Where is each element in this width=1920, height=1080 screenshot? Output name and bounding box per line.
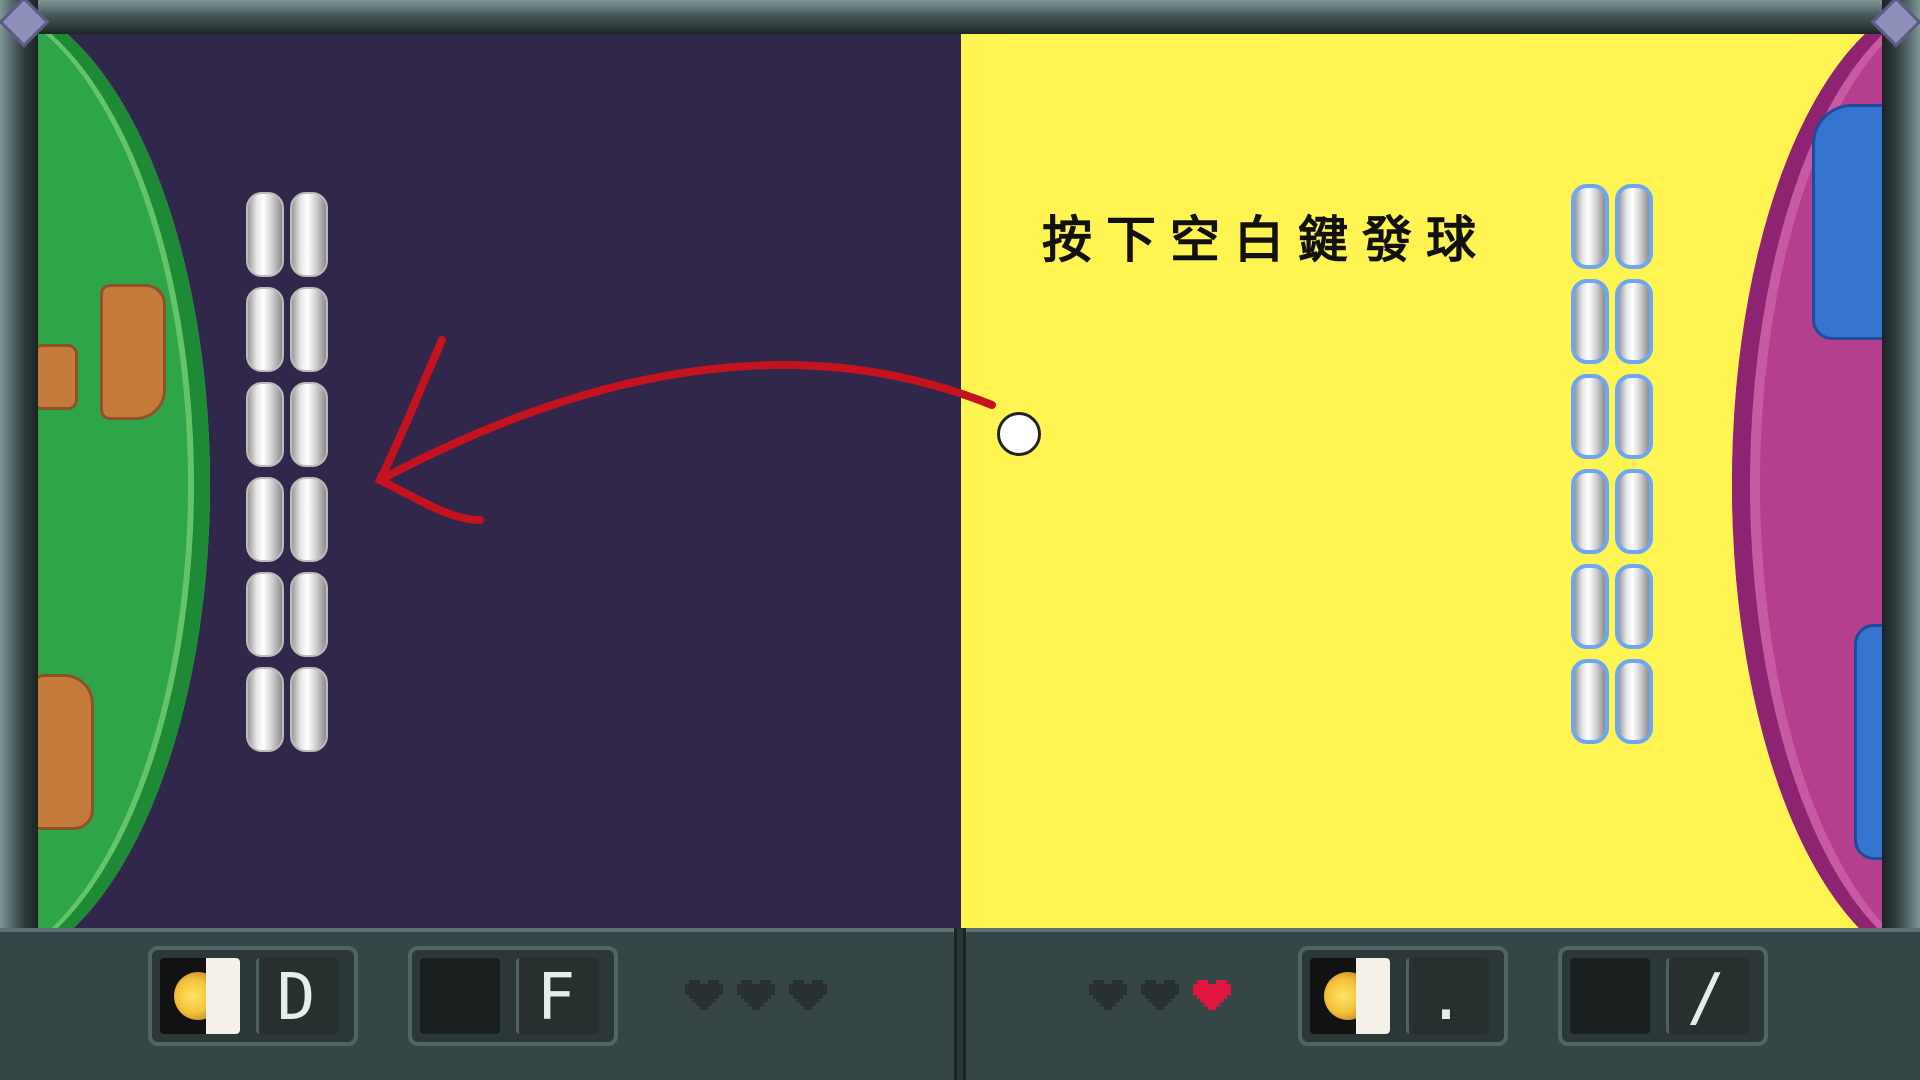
planet-ocean: [1854, 624, 1882, 860]
paddle-segment: [1615, 184, 1653, 269]
serve-hint-text: 按下空白鍵發球: [1042, 211, 1490, 269]
paddle-segment: [1615, 469, 1653, 554]
paddle-segment: [1615, 374, 1653, 459]
left-second-key: F: [536, 961, 576, 1035]
hud-divider: [954, 928, 966, 1080]
paddle-segment: [290, 192, 328, 277]
paddle-segment: [246, 572, 284, 657]
planet-continent: [100, 284, 166, 420]
left-skill-slot: D: [148, 946, 358, 1046]
paddle-segment: [1571, 659, 1609, 744]
planet-ocean: [1812, 104, 1882, 340]
paddle-segment: [290, 382, 328, 467]
left-second-slot: F: [408, 946, 618, 1046]
frame-right-border: [1882, 0, 1920, 930]
paddle-segment: [1571, 184, 1609, 269]
left-skill-key: D: [276, 961, 316, 1035]
paddle-segment: [1571, 374, 1609, 459]
heart-empty-icon: [788, 980, 828, 1014]
paddle-segment: [1571, 469, 1609, 554]
right-second-slot: /: [1558, 946, 1768, 1046]
frame-top-border: [0, 0, 1920, 34]
paddle-segment: [1615, 564, 1653, 649]
paddle-segment: [290, 287, 328, 372]
left-lives: [684, 980, 828, 1014]
paddle-segment: [246, 192, 284, 277]
planet-continent: [38, 674, 94, 830]
paddle-segment: [290, 667, 328, 752]
frame-left-border: [0, 0, 38, 930]
moon-sun-icon: [160, 958, 240, 1034]
paddle-segment: [246, 287, 284, 372]
ball: [997, 412, 1041, 456]
right-lives: [1088, 980, 1232, 1014]
right-second-key: /: [1686, 961, 1726, 1035]
paddle-segment: [246, 477, 284, 562]
empty-slot-icon: [1570, 958, 1650, 1034]
empty-slot-icon: [420, 958, 500, 1034]
paddle-segment: [290, 572, 328, 657]
right-paddle: [1571, 184, 1653, 744]
right-skill-key: .: [1426, 961, 1466, 1035]
left-paddle: [246, 192, 328, 752]
moon-sun-icon: [1310, 958, 1390, 1034]
serve-direction-arrow: [374, 336, 996, 524]
heart-empty-icon: [684, 980, 724, 1014]
paddle-segment: [1615, 659, 1653, 744]
paddle-segment: [246, 382, 284, 467]
planet-continent: [38, 344, 78, 410]
heart-full-icon: [1192, 980, 1232, 1014]
paddle-segment: [1571, 279, 1609, 364]
heart-empty-icon: [1140, 980, 1180, 1014]
paddle-segment: [246, 667, 284, 752]
paddle-segment: [1571, 564, 1609, 649]
paddle-segment: [1615, 279, 1653, 364]
paddle-segment: [290, 477, 328, 562]
right-court: [961, 34, 1882, 928]
heart-empty-icon: [1088, 980, 1128, 1014]
heart-empty-icon: [736, 980, 776, 1014]
right-skill-slot: .: [1298, 946, 1508, 1046]
